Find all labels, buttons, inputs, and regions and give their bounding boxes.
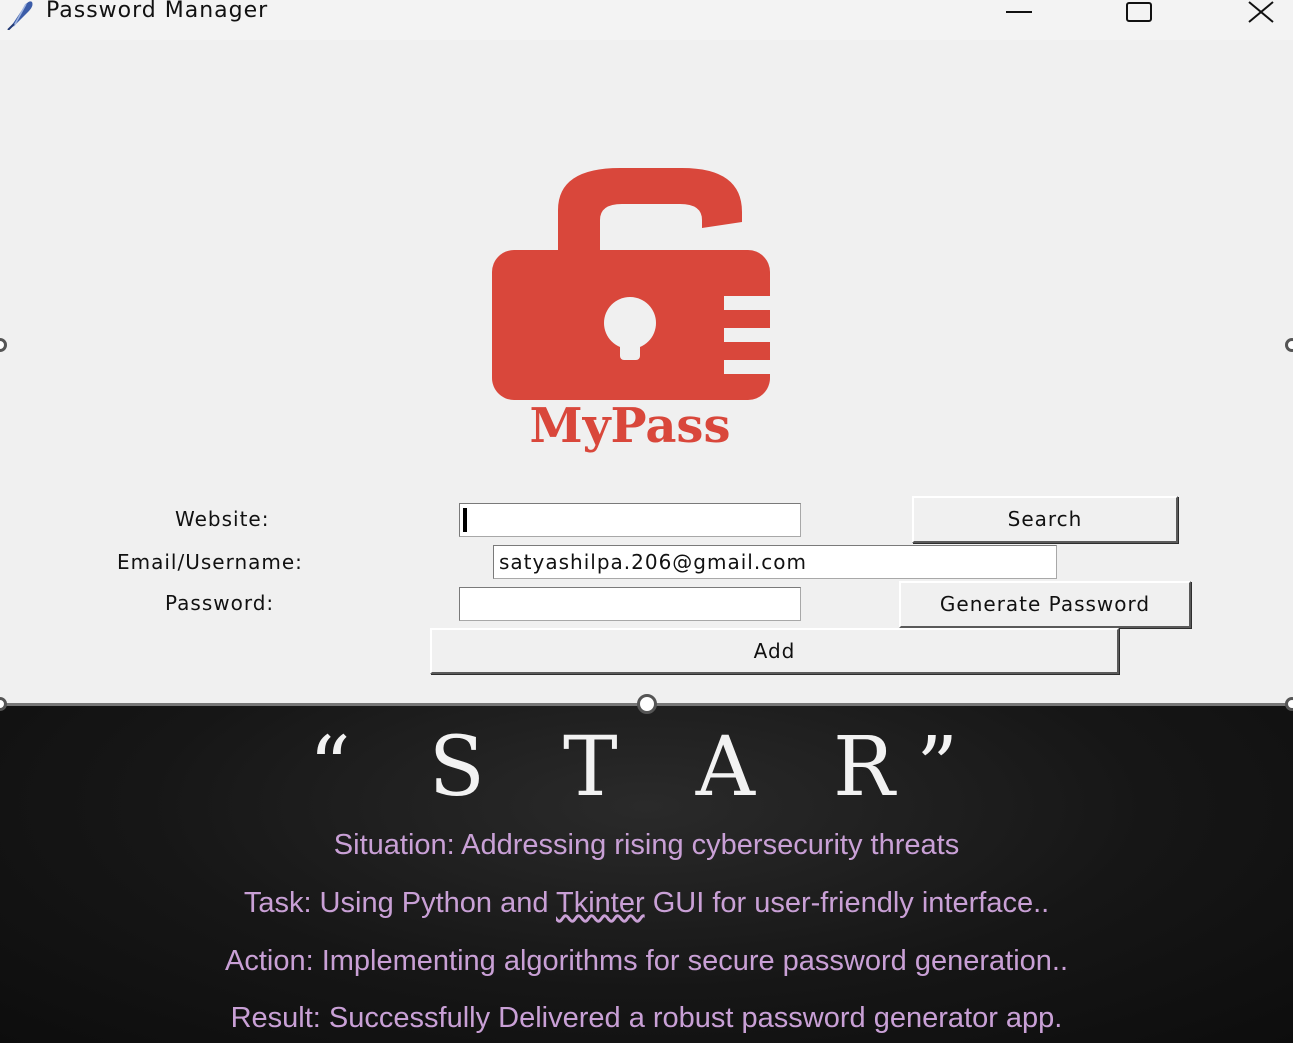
task-suffix: GUI for user-friendly interface.. — [644, 887, 1050, 919]
minimize-button[interactable] — [1000, 0, 1040, 30]
window-title: Password Manager — [46, 0, 269, 23]
task-prefix: Task: Using Python and — [243, 887, 557, 919]
generate-password-button[interactable]: Generate Password — [899, 581, 1191, 628]
email-username-input[interactable] — [493, 545, 1057, 579]
minimize-icon — [1006, 11, 1032, 13]
website-input[interactable] — [459, 503, 801, 537]
close-button[interactable] — [1242, 0, 1282, 30]
star-task: Task: Using Python and Tkinter GUI for u… — [0, 887, 1293, 920]
star-situation: Situation: Addressing rising cybersecuri… — [333, 829, 960, 861]
task-tkinter-word: Tkinter — [556, 887, 645, 919]
mypass-logo: MyPass — [480, 160, 780, 460]
star-result: Result: Successfully Delivered a robust … — [230, 1002, 1063, 1034]
logo-text: MyPass — [530, 398, 731, 454]
password-label: Password: — [165, 591, 275, 615]
search-button[interactable]: Search — [912, 496, 1178, 543]
padlock-icon: MyPass — [492, 168, 772, 454]
star-title: “ S T A R” — [308, 720, 985, 815]
maximize-button[interactable] — [1120, 0, 1160, 30]
screen: Password Manager MyPass Website: Search … — [0, 0, 1293, 1043]
email-username-label: Email/Username: — [117, 550, 303, 574]
password-input[interactable] — [459, 587, 801, 621]
resize-handle-bottom[interactable] — [637, 694, 657, 714]
close-icon — [1248, 1, 1274, 23]
feather-icon — [4, 0, 36, 31]
window-body: MyPass Website: Search Email/Username: P… — [0, 40, 1293, 705]
title-bar: Password Manager — [0, 0, 1293, 40]
star-action: Action: Implementing algorithms for secu… — [224, 945, 1069, 977]
maximize-icon — [1126, 2, 1152, 22]
website-label: Website: — [175, 507, 270, 531]
add-button[interactable]: Add — [430, 628, 1119, 674]
resize-handle-right[interactable] — [1285, 338, 1293, 352]
text-cursor — [463, 508, 467, 532]
resize-handle-bottom-right[interactable] — [1285, 697, 1293, 711]
